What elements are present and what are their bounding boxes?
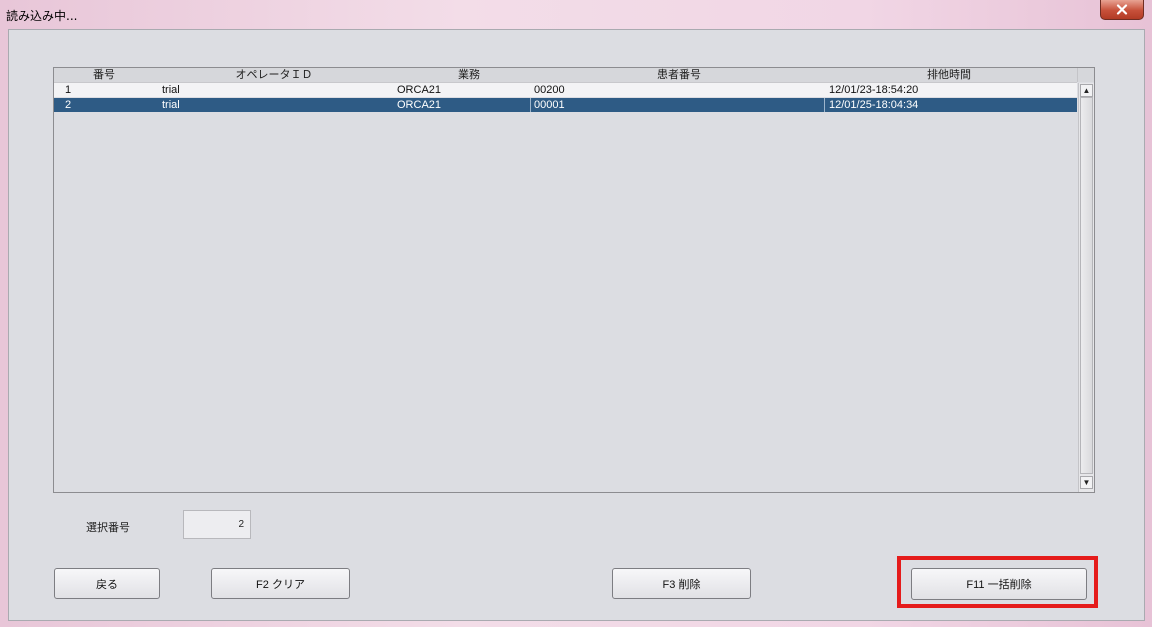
cell-patient: 00001 [534,99,565,111]
column-header-patient-number[interactable]: 患者番号 [644,68,714,82]
column-header-business[interactable]: 業務 [439,68,499,82]
selection-number-input[interactable]: 2 [183,510,251,539]
arrow-up-icon: ▲ [1082,86,1091,95]
close-icon [1116,4,1128,15]
column-header-operator-id[interactable]: オペレータＩＤ [214,68,334,82]
cell-time: 12/01/23-18:54:20 [829,84,919,96]
lock-table: 番号 オペレータＩＤ 業務 患者番号 排他時間 1 trial ORCA21 0… [53,67,1095,493]
scroll-thumb[interactable] [1080,97,1093,474]
title-bar: 読み込み中... [0,0,1152,30]
vertical-scrollbar[interactable]: ▲ ▼ [1078,83,1094,492]
column-header-number[interactable]: 番号 [84,68,124,82]
cell-business: ORCA21 [397,84,442,96]
cell-number: 2 [65,99,72,111]
delete-button[interactable]: F3 削除 [612,568,751,599]
cell-number: 1 [65,84,72,96]
arrow-down-icon: ▼ [1082,478,1091,487]
table-header: 番号 オペレータＩＤ 業務 患者番号 排他時間 [54,68,1077,83]
window-body: 番号 オペレータＩＤ 業務 患者番号 排他時間 1 trial ORCA21 0… [8,29,1145,621]
back-button[interactable]: 戻る [54,568,160,599]
table-row-selected[interactable]: 2 trial ORCA21 00001 12/01/25-18:04:34 [54,98,1077,112]
cell-operator: trial [162,84,180,96]
column-header-lock-time[interactable]: 排他時間 [914,68,984,82]
header-corner [1077,68,1094,82]
window-title: 読み込み中... [6,9,78,23]
scroll-up-button[interactable]: ▲ [1080,84,1093,97]
cell-business: ORCA21 [397,99,442,111]
cell-time: 12/01/25-18:04:34 [829,99,919,111]
table-row[interactable]: 1 trial ORCA21 00200 12/01/23-18:54:20 [54,83,1077,97]
column-separator [824,98,825,112]
close-button[interactable] [1100,0,1144,20]
clear-button[interactable]: F2 クリア [211,568,350,599]
selection-number-label: 選択番号 [86,522,130,534]
highlight-annotation [897,556,1098,608]
cell-patient: 00200 [534,84,565,96]
cell-operator: trial [162,99,180,111]
scroll-down-button[interactable]: ▼ [1080,476,1093,489]
column-separator [530,98,531,112]
